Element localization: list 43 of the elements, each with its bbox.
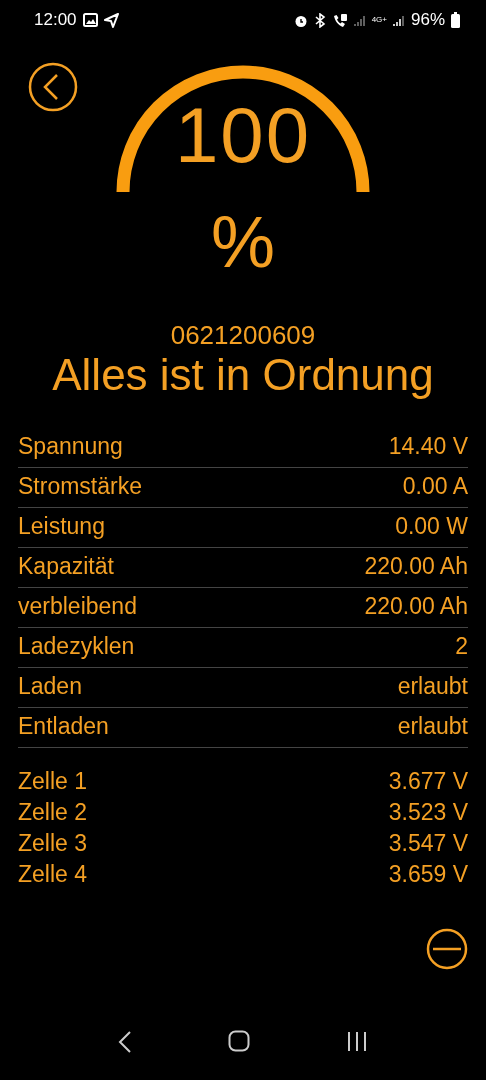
network-type: 4G+	[371, 16, 387, 24]
battery-percent: 96%	[410, 10, 445, 30]
metric-label: Stromstärke	[18, 473, 142, 500]
metric-value: 0.00 W	[395, 513, 468, 540]
metric-value: erlaubt	[397, 673, 468, 700]
cell-label: Zelle 1	[18, 768, 88, 795]
remove-button[interactable]	[426, 928, 468, 970]
clock: 12:00	[34, 10, 77, 30]
cell-voltage: 3.547 V	[388, 830, 468, 857]
metric-label: Entladen	[18, 713, 109, 740]
recent-apps-icon[interactable]	[346, 1030, 368, 1052]
back-icon[interactable]	[118, 1030, 132, 1054]
bluetooth-icon	[313, 12, 326, 28]
send-icon	[103, 12, 119, 28]
phone-icon	[331, 12, 348, 28]
charge-unit: %	[211, 206, 275, 278]
back-button[interactable]	[28, 62, 78, 112]
metric-label: verbleibend	[18, 593, 137, 620]
metric-value: 14.40 V	[388, 433, 468, 460]
device-id: 0621200609	[170, 320, 316, 350]
cell-label: Zelle 4	[18, 861, 88, 888]
cell-label: Zelle 2	[18, 799, 88, 826]
battery-icon	[451, 12, 460, 28]
cell-voltage: 3.659 V	[388, 861, 468, 888]
signal-icon	[392, 13, 405, 27]
metric-label: Ladezyklen	[18, 633, 135, 660]
image-icon	[82, 13, 98, 27]
signal-icon	[353, 13, 366, 27]
metric-label: Spannung	[18, 433, 123, 460]
metric-value: 0.00 A	[402, 473, 468, 500]
metric-label: Laden	[18, 673, 82, 700]
cell-voltage: 3.677 V	[388, 768, 468, 795]
metric-label: Kapazität	[18, 553, 114, 580]
metric-value: 2	[455, 633, 468, 660]
home-icon[interactable]	[228, 1030, 250, 1052]
metric-label: Leistung	[18, 513, 105, 540]
status-message: Alles ist in Ordnung	[52, 350, 434, 399]
metric-value: erlaubt	[397, 713, 468, 740]
charge-value: 100	[174, 96, 312, 181]
cell-label: Zelle 3	[18, 830, 88, 857]
metric-value: 220.00 Ah	[364, 553, 468, 580]
cell-voltage: 3.523 V	[388, 799, 468, 826]
metric-value: 220.00 Ah	[364, 593, 468, 620]
